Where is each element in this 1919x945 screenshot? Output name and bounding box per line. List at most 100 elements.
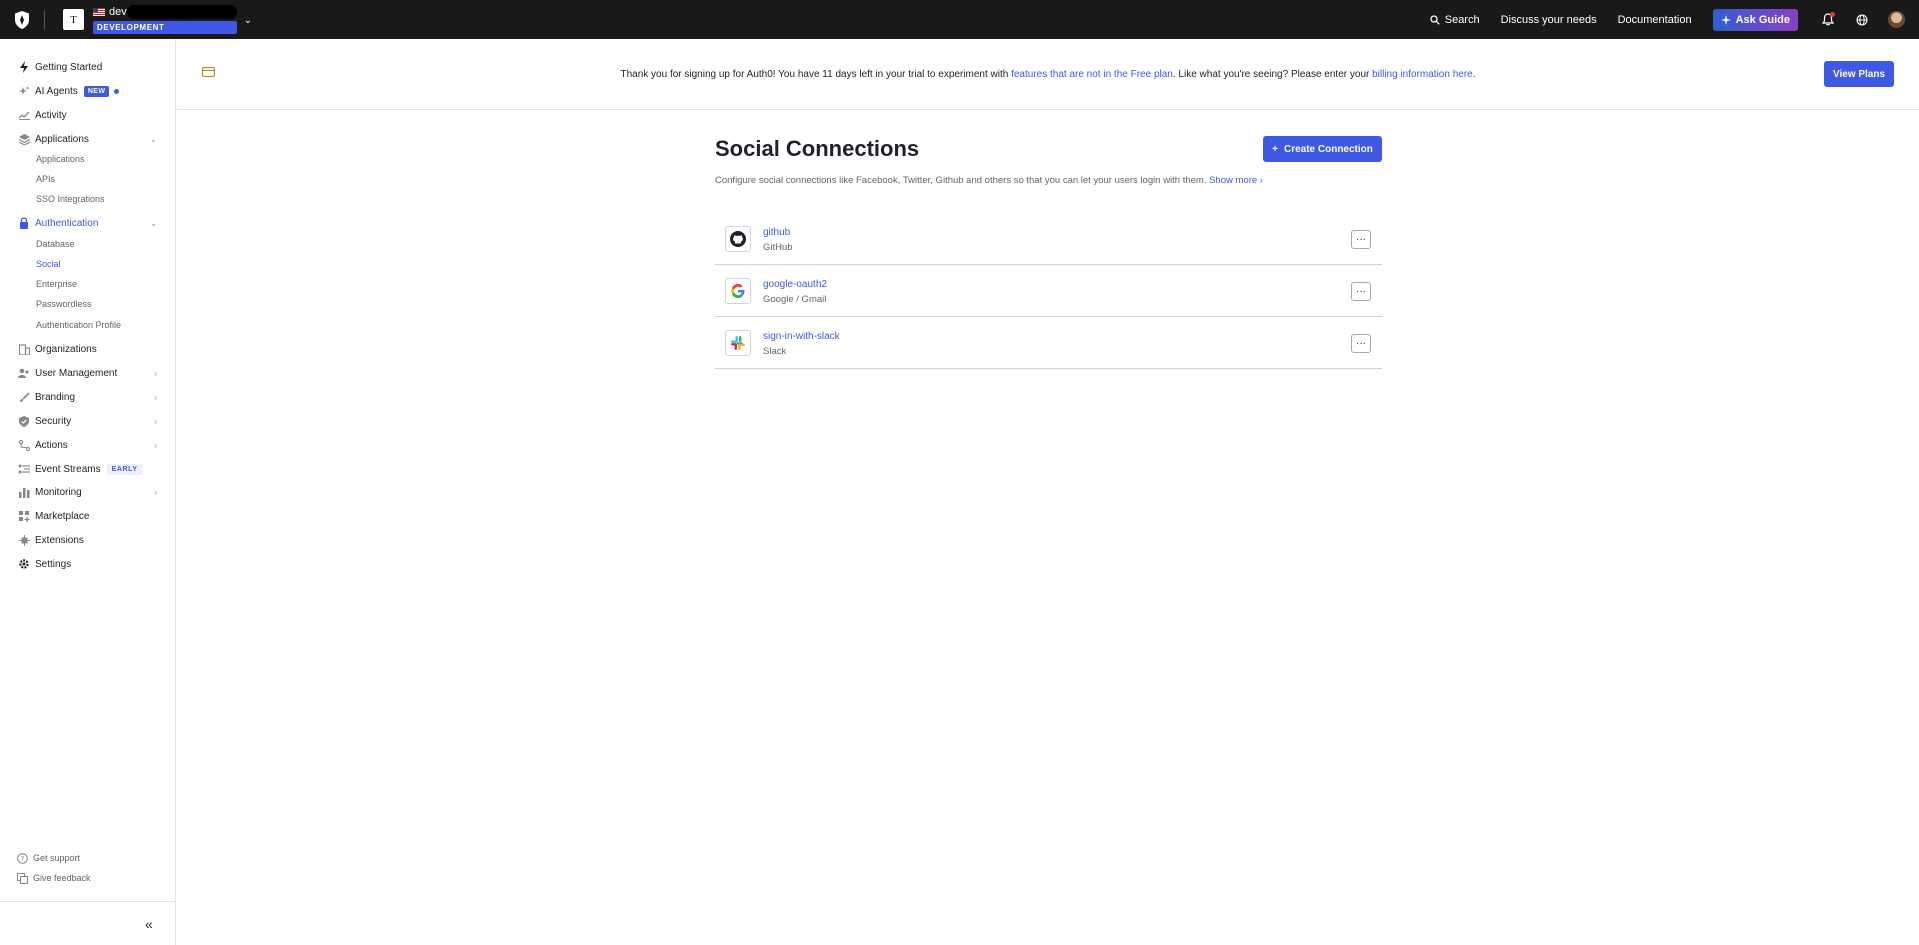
sidebar-subitem-applications[interactable]: Applications: [36, 154, 85, 164]
connection-name[interactable]: google-oauth2: [763, 279, 827, 290]
page-description: Configure social connections like Facebo…: [715, 175, 1263, 186]
give-feedback-link[interactable]: Give feedback: [0, 870, 91, 886]
connection-row-sign-in-with-slack[interactable]: sign-in-with-slack Slack ···: [715, 317, 1382, 369]
connection-strategy: Slack: [763, 346, 787, 357]
sidebar-subitem-authentication-profile[interactable]: Authentication Profile: [36, 320, 121, 330]
sidebar-item-label: Monitoring: [35, 486, 82, 498]
more-options-button[interactable]: ···: [1351, 230, 1371, 249]
auth0-logo-icon[interactable]: [0, 0, 44, 39]
billing-link[interactable]: billing information here: [1372, 69, 1473, 80]
github-icon: [725, 226, 751, 252]
early-badge: EARLY: [106, 463, 143, 475]
sidebar-subitem-sso-integrations[interactable]: SSO Integrations: [36, 194, 105, 204]
chevron-down-icon[interactable]: ⌄: [244, 15, 252, 26]
trial-text-1: Thank you for signing up for Auth0! You …: [620, 69, 1012, 80]
ask-guide-button[interactable]: Ask Guide: [1712, 8, 1798, 31]
get-support-label: Get support: [33, 853, 81, 863]
help-circle-icon: ?: [16, 852, 28, 864]
discuss-needs-link[interactable]: Discuss your needs: [1501, 14, 1597, 26]
collapse-sidebar-button[interactable]: «: [145, 916, 153, 932]
sidebar-item-branding[interactable]: Branding ›: [0, 387, 176, 407]
feedback-icon: [16, 872, 28, 884]
trial-text-2: . Like what you're seeing? Please enter …: [1172, 69, 1373, 80]
features-link[interactable]: features that are not in the Free plan: [1011, 69, 1173, 80]
chevron-right-icon: ›: [154, 440, 157, 450]
sidebar-item-label: Security: [35, 415, 72, 427]
sidebar-item-applications[interactable]: Applications ⌄: [0, 129, 176, 149]
sidebar-item-organizations[interactable]: Organizations: [0, 339, 176, 359]
tenant-name: dev: [109, 6, 127, 18]
connection-strategy: Google / Gmail: [763, 294, 827, 305]
connection-row-google-oauth2[interactable]: google-oauth2 Google / Gmail ···: [715, 265, 1382, 317]
sidebar-item-label: User Management: [35, 367, 118, 379]
sidebar-item-event-streams[interactable]: Event Streams EARLY: [0, 459, 176, 479]
tenant-switcher[interactable]: T dev DEVELOPMENT ⌄: [63, 5, 252, 34]
notifications-button[interactable]: [1820, 11, 1836, 28]
sidebar-subitem-apis[interactable]: APIs: [36, 174, 55, 184]
sidebar-item-settings[interactable]: Settings: [0, 554, 176, 574]
connections-list: github GitHub ··· google-oauth2 Google /…: [715, 213, 1382, 369]
chevron-down-icon: ⌄: [150, 134, 157, 144]
trial-text-3: .: [1472, 69, 1476, 80]
sparkle-icon: [18, 85, 30, 97]
sidebar-item-getting-started[interactable]: Getting Started: [0, 57, 176, 77]
sidebar-item-label: Authentication: [35, 217, 99, 229]
sidebar-item-marketplace[interactable]: Marketplace: [0, 506, 176, 526]
view-plans-button[interactable]: View Plans: [1824, 61, 1894, 87]
connection-name[interactable]: github: [763, 227, 790, 238]
sidebar-item-label: Getting Started: [35, 61, 103, 73]
trial-banner: Thank you for signing up for Auth0! You …: [177, 39, 1919, 110]
building-icon: [18, 343, 30, 355]
tenant-info: dev DEVELOPMENT: [93, 5, 237, 34]
sidebar-item-label: Event Streams: [35, 463, 101, 475]
chevron-right-icon: ›: [154, 416, 157, 426]
sidebar-item-authentication[interactable]: Authentication ⌄: [0, 213, 176, 233]
globe-icon: [1856, 13, 1868, 26]
sidebar-subitem-database[interactable]: Database: [36, 239, 75, 249]
language-button[interactable]: [1854, 12, 1870, 28]
sidebar-subitem-enterprise[interactable]: Enterprise: [36, 279, 77, 289]
lock-icon: [18, 217, 30, 229]
sidebar-item-actions[interactable]: Actions ›: [0, 435, 176, 455]
connection-name[interactable]: sign-in-with-slack: [763, 331, 840, 342]
sidebar-item-label: Branding: [35, 391, 76, 403]
create-connection-button[interactable]: + Create Connection: [1263, 136, 1382, 162]
user-avatar[interactable]: [1888, 11, 1905, 28]
sidebar-subitem-passwordless[interactable]: Passwordless: [36, 299, 92, 309]
unread-dot: [114, 88, 120, 94]
sidebar-item-user-management[interactable]: User Management ›: [0, 363, 176, 383]
plus-icon: +: [1272, 143, 1278, 155]
sidebar-item-monitoring[interactable]: Monitoring ›: [0, 482, 176, 502]
sidebar-item-security[interactable]: Security ›: [0, 411, 176, 431]
new-badge: NEW: [83, 85, 110, 97]
search-icon: [1430, 14, 1440, 25]
sidebar-item-label: Marketplace: [35, 510, 90, 522]
bar-chart-icon: [18, 486, 30, 498]
paintbrush-icon: [18, 391, 30, 403]
get-support-link[interactable]: ? Get support: [0, 850, 80, 866]
users-icon: [18, 367, 30, 379]
sidebar-item-extensions[interactable]: Extensions: [0, 530, 176, 550]
activity-chart-icon: [18, 109, 30, 121]
sidebar-subitem-social[interactable]: Social: [36, 259, 61, 269]
create-connection-label: Create Connection: [1283, 143, 1373, 155]
sidebar-item-ai-agents[interactable]: AI Agents NEW: [0, 81, 176, 101]
sidebar-item-label: Settings: [35, 558, 72, 570]
slack-icon: [725, 330, 751, 356]
chevron-right-icon: ›: [1259, 175, 1263, 186]
chevron-right-icon: ›: [154, 487, 157, 497]
page-title: Social Connections: [715, 136, 920, 161]
grid-plus-icon: [18, 510, 30, 522]
sidebar-item-label: Extensions: [35, 534, 84, 546]
connection-row-github[interactable]: github GitHub ···: [715, 213, 1382, 265]
show-more-link[interactable]: Show more ›: [1209, 175, 1263, 186]
layers-icon: [18, 133, 30, 145]
more-options-button[interactable]: ···: [1351, 282, 1371, 301]
sparkle-icon: [1720, 14, 1731, 25]
connection-strategy: GitHub: [763, 242, 793, 253]
search-button[interactable]: Search: [1430, 14, 1480, 26]
sidebar-item-activity[interactable]: Activity: [0, 105, 176, 125]
documentation-link[interactable]: Documentation: [1618, 14, 1692, 26]
more-options-button[interactable]: ···: [1351, 334, 1371, 353]
tenant-avatar: T: [63, 9, 84, 30]
